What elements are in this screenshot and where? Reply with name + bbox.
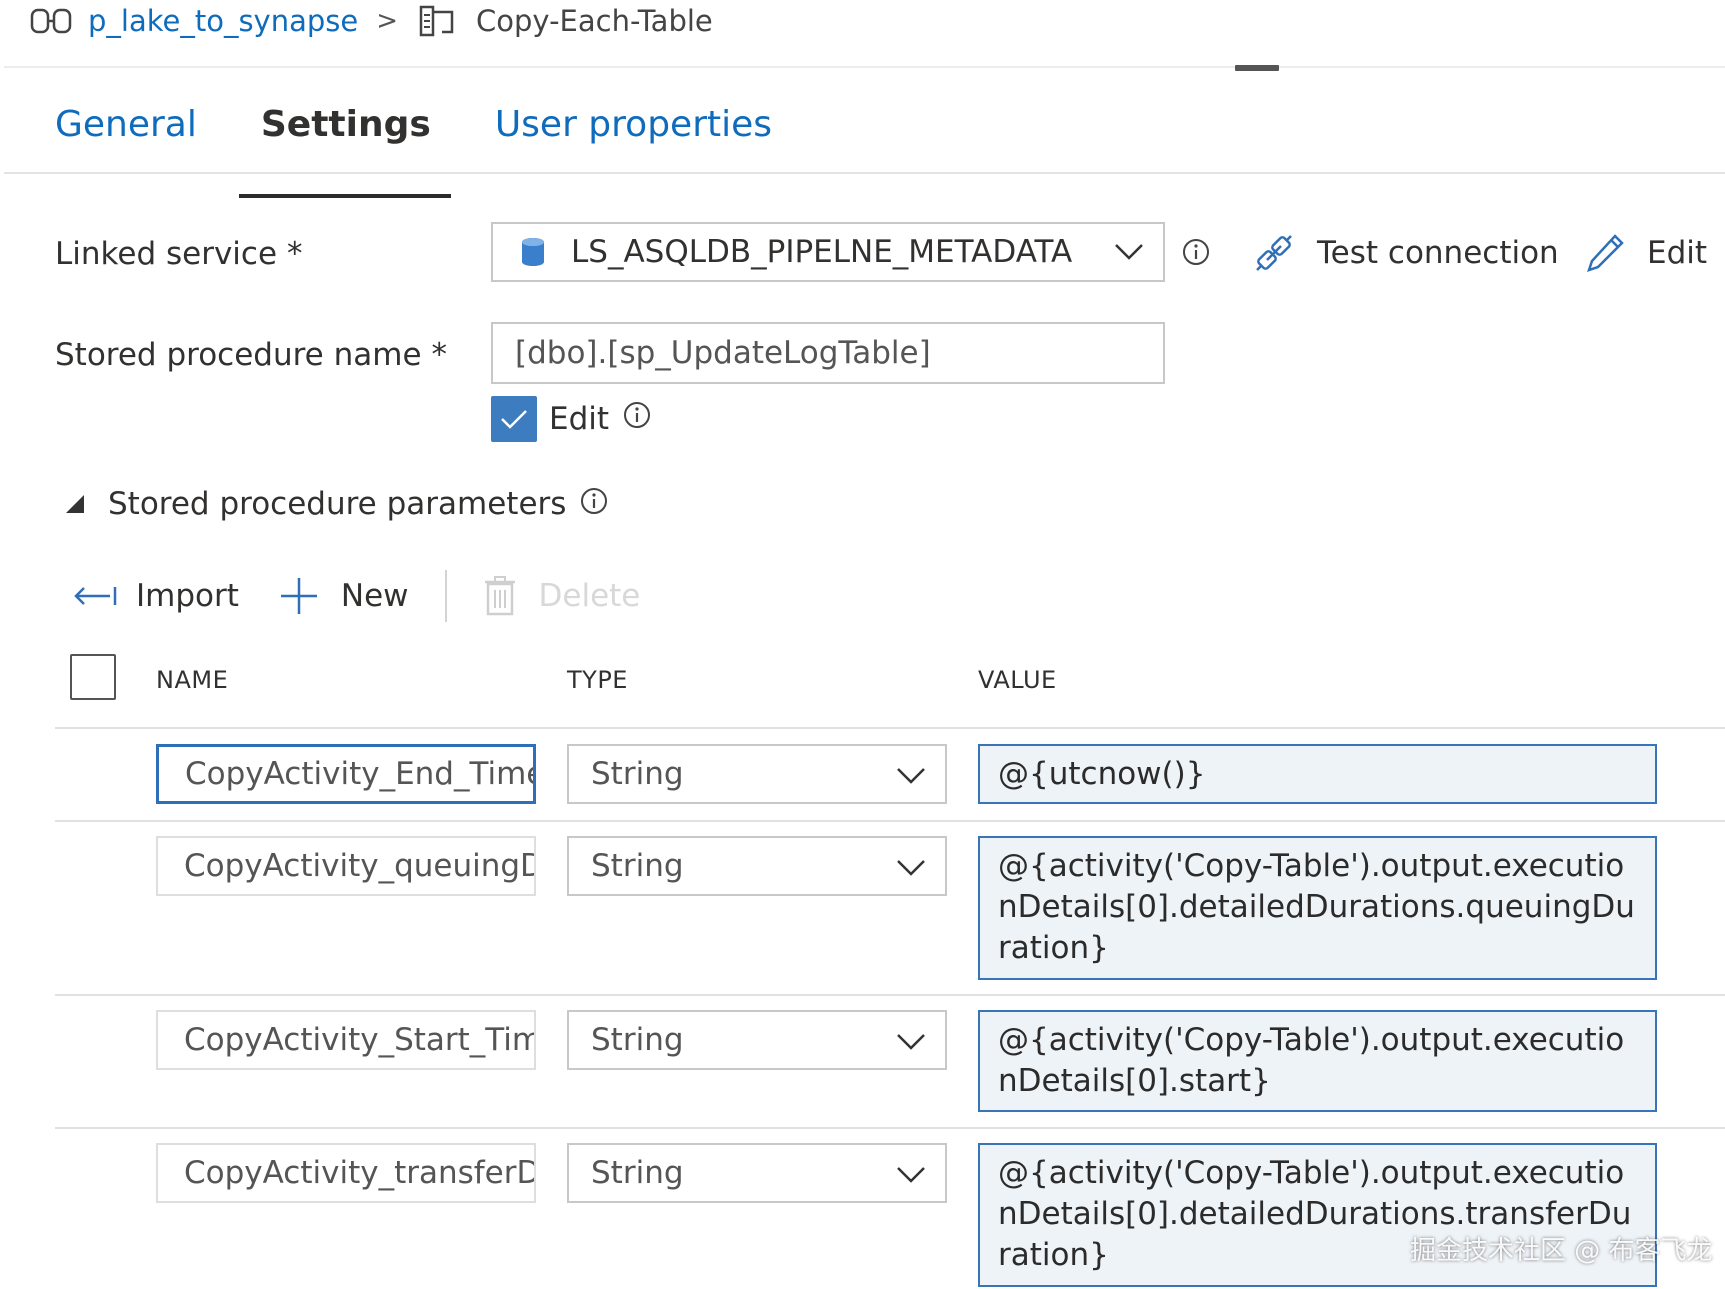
required-marker: *: [287, 236, 303, 272]
trash-icon: [484, 576, 515, 616]
row-divider: [55, 820, 1725, 822]
parameter-name-input[interactable]: CopyActivity_transferDuration: [156, 1143, 536, 1203]
edit-checkbox-row: Edit: [491, 396, 651, 442]
parameter-value-input[interactable]: @{activity('Copy-Table').output.executio…: [978, 1010, 1657, 1112]
database-icon: [522, 238, 544, 266]
edit-checkbox-label: Edit: [549, 401, 610, 437]
plus-icon: [280, 578, 317, 614]
row-divider: [55, 727, 1725, 729]
toolbar-divider: [444, 570, 447, 622]
checkmark-icon: [501, 410, 527, 429]
linked-service-label-text: Linked service: [55, 236, 278, 272]
tab-settings[interactable]: Settings: [238, 100, 451, 198]
tab-general[interactable]: General: [55, 100, 197, 170]
edit-linked-service-button[interactable]: Edit: [1585, 232, 1707, 274]
stored-procedure-name-input[interactable]: [dbo].[sp_UpdateLogTable]: [491, 322, 1165, 384]
row-divider: [55, 994, 1725, 996]
parameter-type-value: String: [591, 756, 684, 792]
required-marker: *: [431, 337, 448, 373]
select-all-checkbox[interactable]: [70, 654, 116, 700]
chevron-down-icon: [1115, 244, 1143, 260]
tab-user-properties[interactable]: User properties: [495, 100, 772, 170]
column-header-value: VALUE: [978, 666, 1057, 694]
header-divider: [4, 66, 1725, 68]
parameter-type-value: String: [591, 1022, 684, 1058]
import-label: Import: [136, 578, 239, 614]
chevron-down-icon: [897, 1034, 925, 1050]
import-arrow-icon: [74, 587, 117, 605]
panel-resize-handle[interactable]: [1235, 65, 1279, 71]
test-connection-label: Test connection: [1317, 235, 1559, 271]
collapse-triangle-icon: [66, 495, 84, 513]
watermark: 掘金技术社区 @ 布客飞龙: [1410, 1236, 1713, 1266]
new-label: New: [340, 578, 409, 614]
stored-procedure-name-label-text: Stored procedure name: [55, 337, 422, 373]
column-header-type: TYPE: [567, 666, 628, 694]
breadcrumb: p_lake_to_synapse > Copy-Each-Table: [30, 0, 713, 42]
edit-checkbox[interactable]: [491, 396, 537, 442]
test-connection-button[interactable]: Test connection: [1253, 232, 1559, 274]
breadcrumb-pipeline-link[interactable]: p_lake_to_synapse: [88, 4, 358, 38]
parameters-table-header: NAME TYPE VALUE: [0, 652, 1725, 712]
parameter-value-input[interactable]: @{utcnow()}: [978, 744, 1657, 804]
info-icon[interactable]: [1182, 238, 1210, 266]
breadcrumb-activity-name: Copy-Each-Table: [476, 4, 713, 38]
import-button[interactable]: Import: [72, 578, 239, 614]
parameter-name-input[interactable]: CopyActivity_queuingDuration: [156, 836, 536, 896]
stored-procedure-parameters-header[interactable]: Stored procedure parameters: [64, 486, 608, 522]
parameter-type-value: String: [591, 1155, 684, 1191]
pipeline-icon: [30, 8, 72, 34]
linked-service-value: LS_ASQLDB_PIPELNE_METADATA: [571, 234, 1073, 270]
pencil-icon: [1587, 234, 1624, 272]
parameter-type-select[interactable]: String: [567, 744, 947, 804]
parameter-type-select[interactable]: String: [567, 836, 947, 896]
section-title: Stored procedure parameters: [108, 486, 567, 522]
chevron-down-icon: [897, 768, 925, 784]
parameter-value-input[interactable]: @{activity('Copy-Table').output.executio…: [978, 836, 1657, 980]
parameters-toolbar: Import New Delete: [72, 568, 640, 624]
chevron-down-icon: [897, 1167, 925, 1183]
parameter-name-input[interactable]: CopyActivity_Start_Time: [156, 1010, 536, 1070]
column-header-name: NAME: [156, 666, 229, 694]
parameter-type-select[interactable]: String: [567, 1143, 947, 1203]
info-icon[interactable]: [623, 401, 651, 429]
linked-service-dropdown[interactable]: LS_ASQLDB_PIPELNE_METADATA: [491, 222, 1165, 282]
delete-label: Delete: [538, 578, 641, 614]
tab-bar: General Settings User properties: [55, 100, 836, 198]
stored-procedure-name-label: Stored procedure name *: [55, 337, 447, 373]
breadcrumb-separator: >: [376, 6, 399, 36]
info-icon[interactable]: [580, 487, 608, 515]
parameter-type-value: String: [591, 848, 684, 884]
chevron-down-icon: [897, 860, 925, 876]
delete-parameter-button[interactable]: Delete: [483, 575, 641, 617]
row-divider: [55, 1127, 1725, 1129]
parameter-name-input[interactable]: CopyActivity_End_Time: [156, 744, 536, 804]
plug-icon: [1256, 235, 1292, 271]
new-parameter-button[interactable]: New: [239, 576, 409, 616]
tabs-divider: [4, 172, 1725, 174]
edit-label: Edit: [1647, 235, 1708, 271]
linked-service-label: Linked service *: [55, 236, 303, 272]
parameter-type-select[interactable]: String: [567, 1010, 947, 1070]
stored-procedure-activity-icon: [419, 5, 454, 37]
